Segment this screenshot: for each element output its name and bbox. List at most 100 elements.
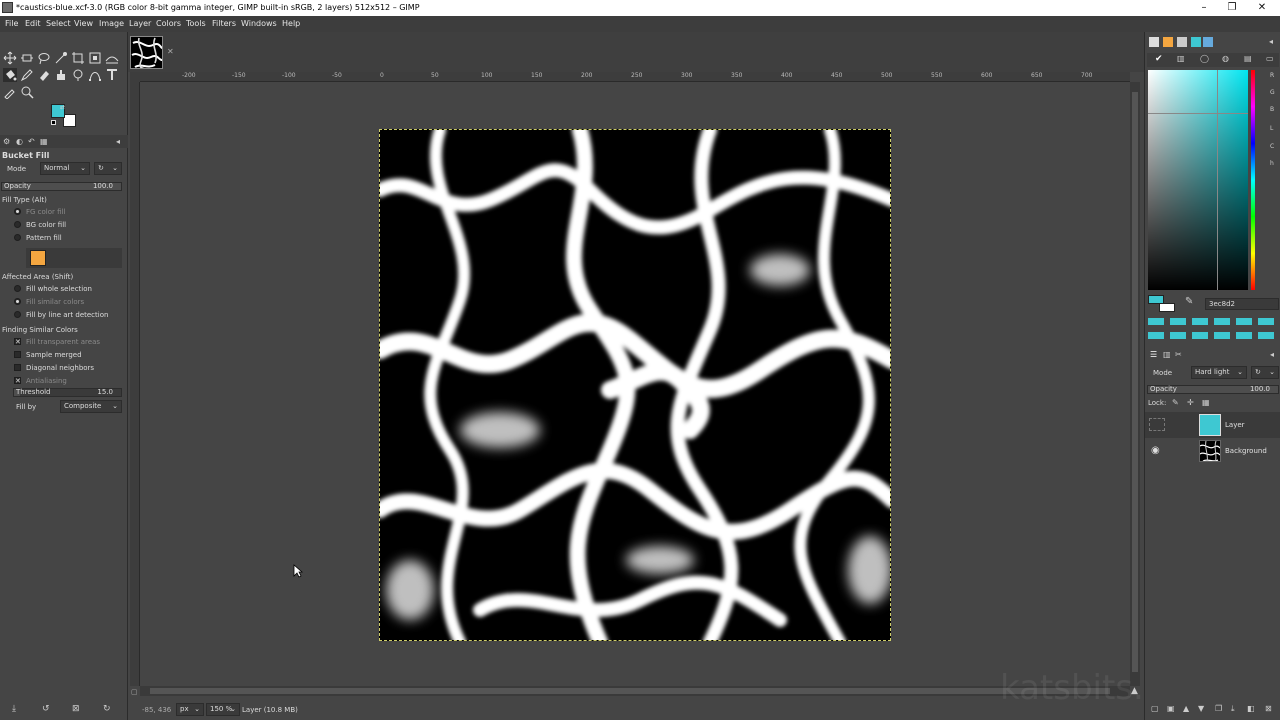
tool-options-tab-icon[interactable]: ⚙ [3, 137, 10, 146]
color-history-swatch[interactable] [1258, 332, 1274, 339]
unified-transform-tool-icon[interactable] [88, 51, 102, 65]
image-tab-thumbnail[interactable] [130, 36, 163, 69]
menu-edit[interactable]: Edit [25, 19, 41, 28]
clone-tool-icon[interactable] [54, 68, 68, 82]
threshold-slider[interactable]: Threshold 15.0 [13, 388, 122, 397]
lock-alpha-icon[interactable]: ▦ [1202, 398, 1210, 407]
menu-filters[interactable]: Filters [212, 19, 236, 28]
sample-merged-checkbox[interactable] [14, 351, 21, 358]
color-picker-icon[interactable]: ✎ [1185, 296, 1193, 307]
fill-by-dropdown[interactable]: Composite ⌄ [60, 400, 122, 413]
color-history-swatch[interactable] [1148, 332, 1164, 339]
menu-windows[interactable]: Windows [241, 19, 277, 28]
paths-tool-icon[interactable] [88, 68, 102, 82]
bg-color-fill-radio[interactable] [14, 221, 21, 228]
channels-tab-icon[interactable]: ▥ [1163, 350, 1171, 359]
lasso-tool-icon[interactable] [37, 51, 51, 65]
layer-row[interactable]: Layer [1145, 412, 1280, 438]
channel-c-button[interactable]: C [1270, 143, 1274, 150]
unit-dropdown[interactable]: px ⌄ [176, 703, 204, 716]
close-window-button[interactable]: ✕ [1252, 1, 1272, 15]
fg-bg-tab-icon[interactable] [1149, 37, 1159, 47]
undo-history-tab-icon[interactable]: ↶ [28, 137, 35, 146]
fill-similar-colors-radio[interactable] [14, 298, 21, 305]
align-tool-icon[interactable] [20, 51, 34, 65]
smudge-tool-icon[interactable] [71, 68, 85, 82]
colors-tab-icon[interactable] [1191, 37, 1201, 47]
channel-h-button[interactable]: h [1270, 160, 1274, 167]
crop-tool-icon[interactable] [71, 51, 85, 65]
fill-whole-selection-radio[interactable] [14, 285, 21, 292]
hue-slider[interactable] [1251, 70, 1255, 290]
menu-help[interactable]: Help [282, 19, 300, 28]
vertical-scrollbar[interactable] [1130, 82, 1140, 686]
horizontal-ruler[interactable]: -200 -150 -100 -50 0 50 100 150 200 250 … [140, 72, 1130, 82]
horizontal-scrollbar-thumb[interactable] [150, 688, 1110, 694]
fg-color-fill-radio[interactable] [14, 208, 21, 215]
layer-row[interactable]: ◉ Background [1145, 438, 1280, 464]
fonts-tab-icon[interactable] [1177, 37, 1187, 47]
color-history-swatch[interactable] [1170, 318, 1186, 325]
zoom-dropdown[interactable]: 150 % ⌄ [206, 703, 240, 716]
horizontal-scrollbar[interactable] [140, 686, 1130, 696]
move-tool-icon[interactable] [3, 51, 17, 65]
color-history-swatch[interactable] [1148, 318, 1164, 325]
menu-image[interactable]: Image [99, 19, 124, 28]
dock-fg-color-swatch[interactable] [1148, 295, 1164, 304]
device-status-tab-icon[interactable]: ◐ [16, 137, 23, 146]
reset-options-icon[interactable]: ↻ [103, 704, 111, 714]
eye-icon[interactable]: ◉ [1151, 445, 1160, 456]
bucket-fill-tool-icon[interactable] [3, 68, 17, 82]
channel-l-button[interactable]: L [1270, 125, 1273, 132]
layer-mode-dropdown[interactable]: Hard light ⌄ [1191, 366, 1247, 379]
configure-tab-icon[interactable]: ◂ [1270, 350, 1274, 359]
fill-line-art-radio[interactable] [14, 311, 21, 318]
mode-dropdown[interactable]: Normal ⌄ [40, 162, 90, 175]
dock-bg-color-swatch[interactable] [1159, 303, 1175, 312]
configure-tab-icon[interactable]: ◂ [116, 137, 120, 146]
diagonal-neighbors-checkbox[interactable] [14, 364, 21, 371]
zoom-tool-icon[interactable] [20, 85, 34, 99]
image-canvas[interactable] [379, 129, 891, 641]
opacity-slider[interactable]: Opacity 100.0 [1, 182, 122, 191]
new-layer-group-icon[interactable]: ▣ [1167, 704, 1175, 713]
color-picker-tool-icon[interactable] [3, 85, 17, 100]
layer-opacity-slider[interactable]: Opacity 100.0 [1147, 385, 1279, 394]
lock-position-icon[interactable]: ✛ [1187, 398, 1194, 407]
close-tab-icon[interactable]: ✕ [167, 47, 174, 56]
cmyk-tab-icon[interactable]: ▤ [1244, 54, 1252, 63]
color-history-swatch[interactable] [1258, 318, 1274, 325]
delete-layer-icon[interactable]: ⊠ [1265, 704, 1272, 713]
ruler-corner[interactable] [130, 72, 140, 82]
color-history-swatch[interactable] [1236, 318, 1252, 325]
warp-transform-tool-icon[interactable] [105, 51, 119, 65]
minimize-button[interactable]: – [1194, 1, 1214, 15]
raise-layer-icon[interactable]: ▲ [1183, 704, 1189, 713]
brushes-tab-icon[interactable] [1163, 37, 1173, 47]
gradients-tab-icon[interactable] [1203, 37, 1213, 47]
paths-tab-icon[interactable]: ✂ [1175, 350, 1182, 359]
pattern-selector[interactable] [26, 248, 122, 268]
antialiasing-checkbox[interactable]: ✕ [14, 377, 21, 385]
quick-mask-toggle-icon[interactable]: ▢ [131, 688, 138, 696]
channel-b-button[interactable]: B [1270, 106, 1274, 113]
scales-tab-icon[interactable]: ✔ [1155, 54, 1163, 64]
add-mask-icon[interactable]: ◧ [1247, 704, 1255, 713]
menu-layer[interactable]: Layer [129, 19, 151, 28]
color-history-swatch[interactable] [1236, 332, 1252, 339]
fuzzy-select-tool-icon[interactable] [54, 51, 68, 65]
menu-select[interactable]: Select [46, 19, 71, 28]
menu-view[interactable]: View [74, 19, 93, 28]
color-history-swatch[interactable] [1170, 332, 1186, 339]
watercolor-tab-icon[interactable]: ▥ [1177, 54, 1185, 63]
lock-pixels-icon[interactable]: ✎ [1172, 398, 1179, 407]
pattern-fill-radio[interactable] [14, 234, 21, 241]
layer-visibility-toggle[interactable] [1149, 418, 1165, 431]
fill-transparent-checkbox[interactable]: ✕ [14, 338, 21, 346]
restore-options-icon[interactable]: ↺ [42, 704, 50, 714]
color-history-swatch[interactable] [1192, 318, 1208, 325]
lower-layer-icon[interactable]: ▼ [1198, 704, 1204, 713]
menu-file[interactable]: File [5, 19, 18, 28]
vertical-ruler[interactable] [130, 82, 140, 686]
eraser-tool-icon[interactable] [37, 68, 51, 82]
